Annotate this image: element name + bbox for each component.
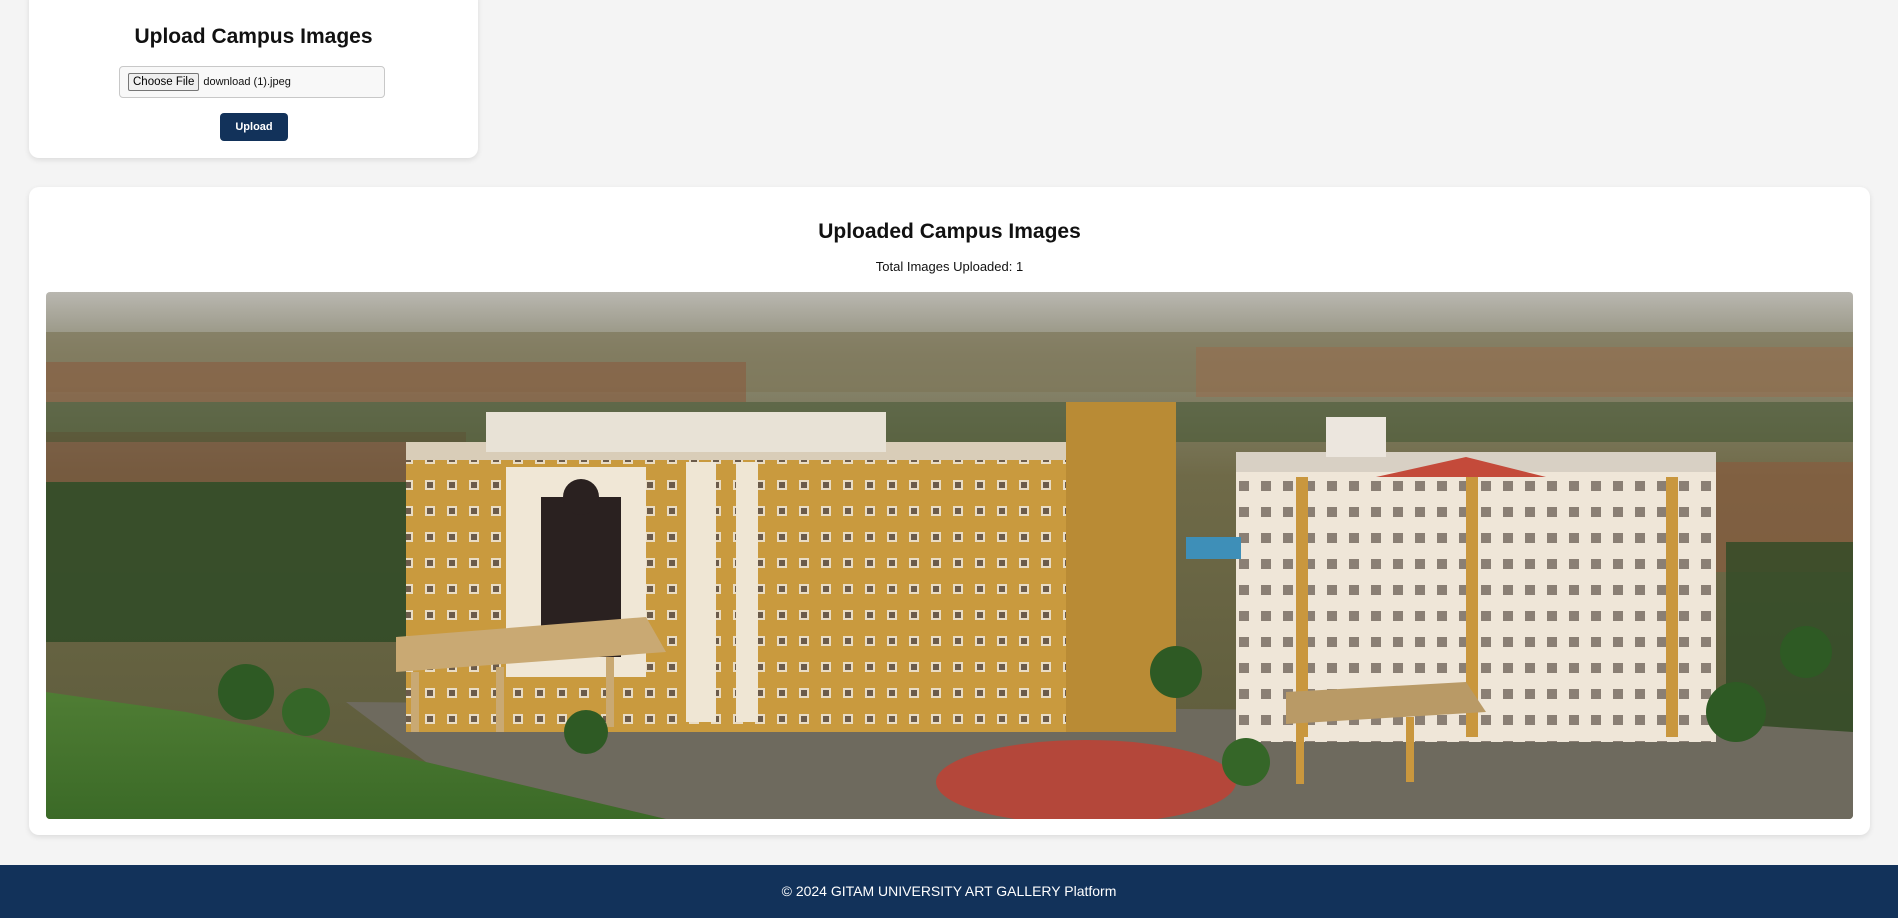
upload-title: Upload Campus Images — [134, 25, 373, 48]
upload-button[interactable]: Upload — [220, 113, 288, 141]
campus-photo — [46, 292, 1853, 819]
footer-copyright: © 2024 GITAM UNIVERSITY ART GALLERY Plat… — [781, 883, 1117, 899]
total-images-count: Total Images Uploaded: 1 — [875, 259, 1024, 274]
gallery-title: Uploaded Campus Images — [818, 220, 1081, 243]
selected-file-name: download (1).jpeg — [203, 76, 291, 88]
footer: © 2024 GITAM UNIVERSITY ART GALLERY Plat… — [0, 865, 1898, 918]
upload-card: Upload Campus Images Choose File downloa… — [29, 0, 478, 158]
gallery-card: Uploaded Campus Images Total Images Uplo… — [29, 187, 1870, 835]
campus-photo-illustration — [46, 292, 1853, 819]
file-input[interactable]: Choose File download (1).jpeg — [119, 66, 385, 98]
choose-file-button[interactable]: Choose File — [128, 73, 200, 91]
